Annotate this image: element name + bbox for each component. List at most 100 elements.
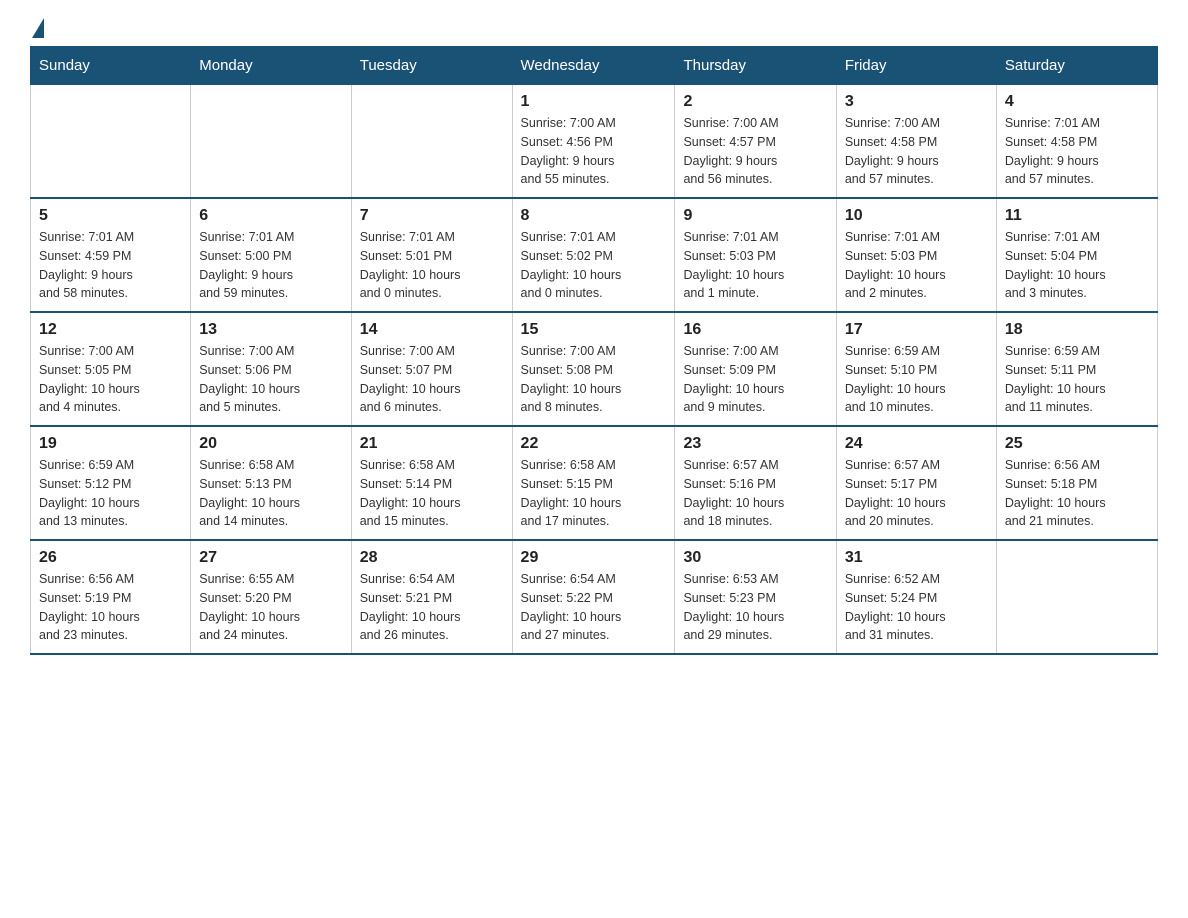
calendar-cell: 21 Sunrise: 6:58 AMSunset: 5:14 PMDayligh… bbox=[351, 426, 512, 540]
calendar-cell bbox=[351, 85, 512, 199]
calendar-cell bbox=[996, 540, 1157, 654]
day-info: Sunrise: 6:56 AMSunset: 5:19 PMDaylight:… bbox=[39, 570, 182, 645]
day-number: 21 bbox=[360, 435, 504, 453]
day-info: Sunrise: 6:57 AMSunset: 5:17 PMDaylight:… bbox=[845, 456, 988, 531]
day-number: 31 bbox=[845, 549, 988, 567]
day-info: Sunrise: 7:00 AMSunset: 5:09 PMDaylight:… bbox=[683, 342, 827, 417]
day-number: 4 bbox=[1005, 93, 1149, 111]
day-number: 28 bbox=[360, 549, 504, 567]
header bbox=[30, 20, 1158, 34]
day-number: 19 bbox=[39, 435, 182, 453]
day-info: Sunrise: 7:01 AMSunset: 4:59 PMDaylight:… bbox=[39, 228, 182, 303]
day-info: Sunrise: 7:01 AMSunset: 5:00 PMDaylight:… bbox=[199, 228, 342, 303]
week-row-3: 12 Sunrise: 7:00 AMSunset: 5:05 PMDayligh… bbox=[31, 312, 1158, 426]
calendar-cell: 2Sunrise: 7:00 AMSunset: 4:57 PMDaylight… bbox=[675, 85, 836, 199]
day-number: 13 bbox=[199, 321, 342, 339]
day-info: Sunrise: 6:52 AMSunset: 5:24 PMDaylight:… bbox=[845, 570, 988, 645]
day-header-tuesday: Tuesday bbox=[351, 47, 512, 85]
calendar-cell: 30Sunrise: 6:53 AMSunset: 5:23 PMDayligh… bbox=[675, 540, 836, 654]
calendar-cell bbox=[191, 85, 351, 199]
day-number: 17 bbox=[845, 321, 988, 339]
day-number: 7 bbox=[360, 207, 504, 225]
calendar-cell: 12 Sunrise: 7:00 AMSunset: 5:05 PMDayligh… bbox=[31, 312, 191, 426]
calendar-cell: 28 Sunrise: 6:54 AMSunset: 5:21 PMDayligh… bbox=[351, 540, 512, 654]
day-info: Sunrise: 6:58 AMSunset: 5:14 PMDaylight:… bbox=[360, 456, 504, 531]
day-number: 11 bbox=[1005, 207, 1149, 225]
day-number: 25 bbox=[1005, 435, 1149, 453]
calendar-cell: 6Sunrise: 7:01 AMSunset: 5:00 PMDaylight… bbox=[191, 198, 351, 312]
day-info: Sunrise: 7:01 AMSunset: 5:03 PMDaylight:… bbox=[683, 228, 827, 303]
day-number: 26 bbox=[39, 549, 182, 567]
day-info: Sunrise: 6:59 AMSunset: 5:11 PMDaylight:… bbox=[1005, 342, 1149, 417]
day-number: 1 bbox=[521, 93, 667, 111]
calendar-cell: 22Sunrise: 6:58 AMSunset: 5:15 PMDayligh… bbox=[512, 426, 675, 540]
day-number: 8 bbox=[521, 207, 667, 225]
calendar-cell: 15 Sunrise: 7:00 AMSunset: 5:08 PMDayligh… bbox=[512, 312, 675, 426]
day-number: 18 bbox=[1005, 321, 1149, 339]
calendar-cell: 18 Sunrise: 6:59 AMSunset: 5:11 PMDayligh… bbox=[996, 312, 1157, 426]
day-info: Sunrise: 7:00 AMSunset: 5:07 PMDaylight:… bbox=[360, 342, 504, 417]
day-info: Sunrise: 7:00 AMSunset: 5:06 PMDaylight:… bbox=[199, 342, 342, 417]
day-header-monday: Monday bbox=[191, 47, 351, 85]
calendar-cell: 29 Sunrise: 6:54 AMSunset: 5:22 PMDayligh… bbox=[512, 540, 675, 654]
calendar-cell: 24 Sunrise: 6:57 AMSunset: 5:17 PMDayligh… bbox=[836, 426, 996, 540]
day-number: 10 bbox=[845, 207, 988, 225]
week-row-4: 19 Sunrise: 6:59 AMSunset: 5:12 PMDayligh… bbox=[31, 426, 1158, 540]
calendar-cell: 5 Sunrise: 7:01 AMSunset: 4:59 PMDaylight… bbox=[31, 198, 191, 312]
day-headers-row: SundayMondayTuesdayWednesdayThursdayFrid… bbox=[31, 47, 1158, 85]
week-row-5: 26 Sunrise: 6:56 AMSunset: 5:19 PMDayligh… bbox=[31, 540, 1158, 654]
week-row-2: 5 Sunrise: 7:01 AMSunset: 4:59 PMDaylight… bbox=[31, 198, 1158, 312]
day-info: Sunrise: 6:54 AMSunset: 5:22 PMDaylight:… bbox=[521, 570, 667, 645]
calendar-cell: 1 Sunrise: 7:00 AMSunset: 4:56 PMDaylight… bbox=[512, 85, 675, 199]
day-number: 15 bbox=[521, 321, 667, 339]
calendar-cell: 3 Sunrise: 7:00 AMSunset: 4:58 PMDaylight… bbox=[836, 85, 996, 199]
day-number: 3 bbox=[845, 93, 988, 111]
day-info: Sunrise: 6:59 AMSunset: 5:12 PMDaylight:… bbox=[39, 456, 182, 531]
calendar-cell: 10Sunrise: 7:01 AMSunset: 5:03 PMDayligh… bbox=[836, 198, 996, 312]
calendar-table: SundayMondayTuesdayWednesdayThursdayFrid… bbox=[30, 46, 1158, 655]
calendar-cell: 19 Sunrise: 6:59 AMSunset: 5:12 PMDayligh… bbox=[31, 426, 191, 540]
day-number: 29 bbox=[521, 549, 667, 567]
day-info: Sunrise: 6:58 AMSunset: 5:15 PMDaylight:… bbox=[521, 456, 667, 531]
day-number: 2 bbox=[683, 93, 827, 111]
day-header-saturday: Saturday bbox=[996, 47, 1157, 85]
day-info: Sunrise: 6:55 AMSunset: 5:20 PMDaylight:… bbox=[199, 570, 342, 645]
day-info: Sunrise: 6:57 AMSunset: 5:16 PMDaylight:… bbox=[683, 456, 827, 531]
day-number: 27 bbox=[199, 549, 342, 567]
day-header-friday: Friday bbox=[836, 47, 996, 85]
calendar-cell: 16Sunrise: 7:00 AMSunset: 5:09 PMDayligh… bbox=[675, 312, 836, 426]
day-number: 5 bbox=[39, 207, 182, 225]
calendar-cell: 26 Sunrise: 6:56 AMSunset: 5:19 PMDayligh… bbox=[31, 540, 191, 654]
logo-triangle-icon bbox=[32, 18, 44, 38]
day-info: Sunrise: 6:54 AMSunset: 5:21 PMDaylight:… bbox=[360, 570, 504, 645]
week-row-1: 1 Sunrise: 7:00 AMSunset: 4:56 PMDaylight… bbox=[31, 85, 1158, 199]
logo bbox=[30, 20, 44, 34]
calendar-body: 1 Sunrise: 7:00 AMSunset: 4:56 PMDaylight… bbox=[31, 85, 1158, 655]
day-info: Sunrise: 7:00 AMSunset: 4:58 PMDaylight:… bbox=[845, 114, 988, 189]
day-number: 20 bbox=[199, 435, 342, 453]
day-number: 12 bbox=[39, 321, 182, 339]
calendar-cell: 11 Sunrise: 7:01 AMSunset: 5:04 PMDayligh… bbox=[996, 198, 1157, 312]
calendar-cell: 23Sunrise: 6:57 AMSunset: 5:16 PMDayligh… bbox=[675, 426, 836, 540]
day-info: Sunrise: 7:01 AMSunset: 5:04 PMDaylight:… bbox=[1005, 228, 1149, 303]
day-header-wednesday: Wednesday bbox=[512, 47, 675, 85]
calendar-header: SundayMondayTuesdayWednesdayThursdayFrid… bbox=[31, 47, 1158, 85]
day-number: 24 bbox=[845, 435, 988, 453]
day-number: 9 bbox=[683, 207, 827, 225]
day-info: Sunrise: 7:01 AMSunset: 4:58 PMDaylight:… bbox=[1005, 114, 1149, 189]
calendar-cell: 27 Sunrise: 6:55 AMSunset: 5:20 PMDayligh… bbox=[191, 540, 351, 654]
day-info: Sunrise: 6:59 AMSunset: 5:10 PMDaylight:… bbox=[845, 342, 988, 417]
calendar-cell: 17 Sunrise: 6:59 AMSunset: 5:10 PMDayligh… bbox=[836, 312, 996, 426]
calendar-cell: 14 Sunrise: 7:00 AMSunset: 5:07 PMDayligh… bbox=[351, 312, 512, 426]
calendar-cell: 4 Sunrise: 7:01 AMSunset: 4:58 PMDaylight… bbox=[996, 85, 1157, 199]
calendar-cell: 20 Sunrise: 6:58 AMSunset: 5:13 PMDayligh… bbox=[191, 426, 351, 540]
day-header-sunday: Sunday bbox=[31, 47, 191, 85]
calendar-cell: 9 Sunrise: 7:01 AMSunset: 5:03 PMDaylight… bbox=[675, 198, 836, 312]
day-info: Sunrise: 7:00 AMSunset: 4:56 PMDaylight:… bbox=[521, 114, 667, 189]
day-number: 30 bbox=[683, 549, 827, 567]
day-info: Sunrise: 7:00 AMSunset: 5:05 PMDaylight:… bbox=[39, 342, 182, 417]
day-number: 14 bbox=[360, 321, 504, 339]
day-info: Sunrise: 7:00 AMSunset: 5:08 PMDaylight:… bbox=[521, 342, 667, 417]
calendar-cell: 8Sunrise: 7:01 AMSunset: 5:02 PMDaylight… bbox=[512, 198, 675, 312]
day-info: Sunrise: 6:58 AMSunset: 5:13 PMDaylight:… bbox=[199, 456, 342, 531]
